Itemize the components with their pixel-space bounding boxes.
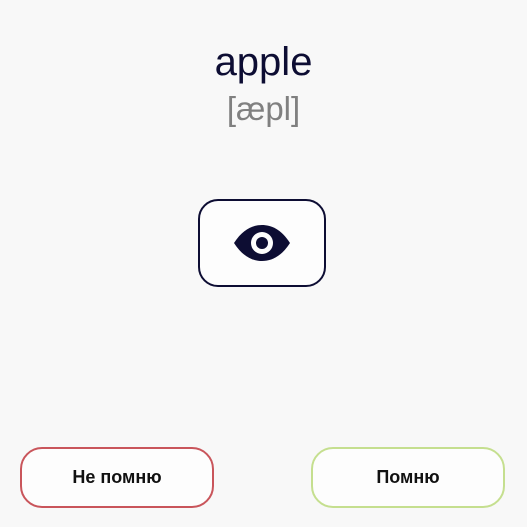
eye-icon [234,225,290,261]
remember-button[interactable]: Помню [311,447,505,508]
reveal-translation-button[interactable] [198,199,326,287]
forgot-button-label: Не помню [72,467,162,487]
forgot-button[interactable]: Не помню [20,447,214,508]
word-title: apple [214,40,313,84]
remember-button-label: Помню [376,467,440,487]
word-transcription: [æpl] [226,90,301,127]
